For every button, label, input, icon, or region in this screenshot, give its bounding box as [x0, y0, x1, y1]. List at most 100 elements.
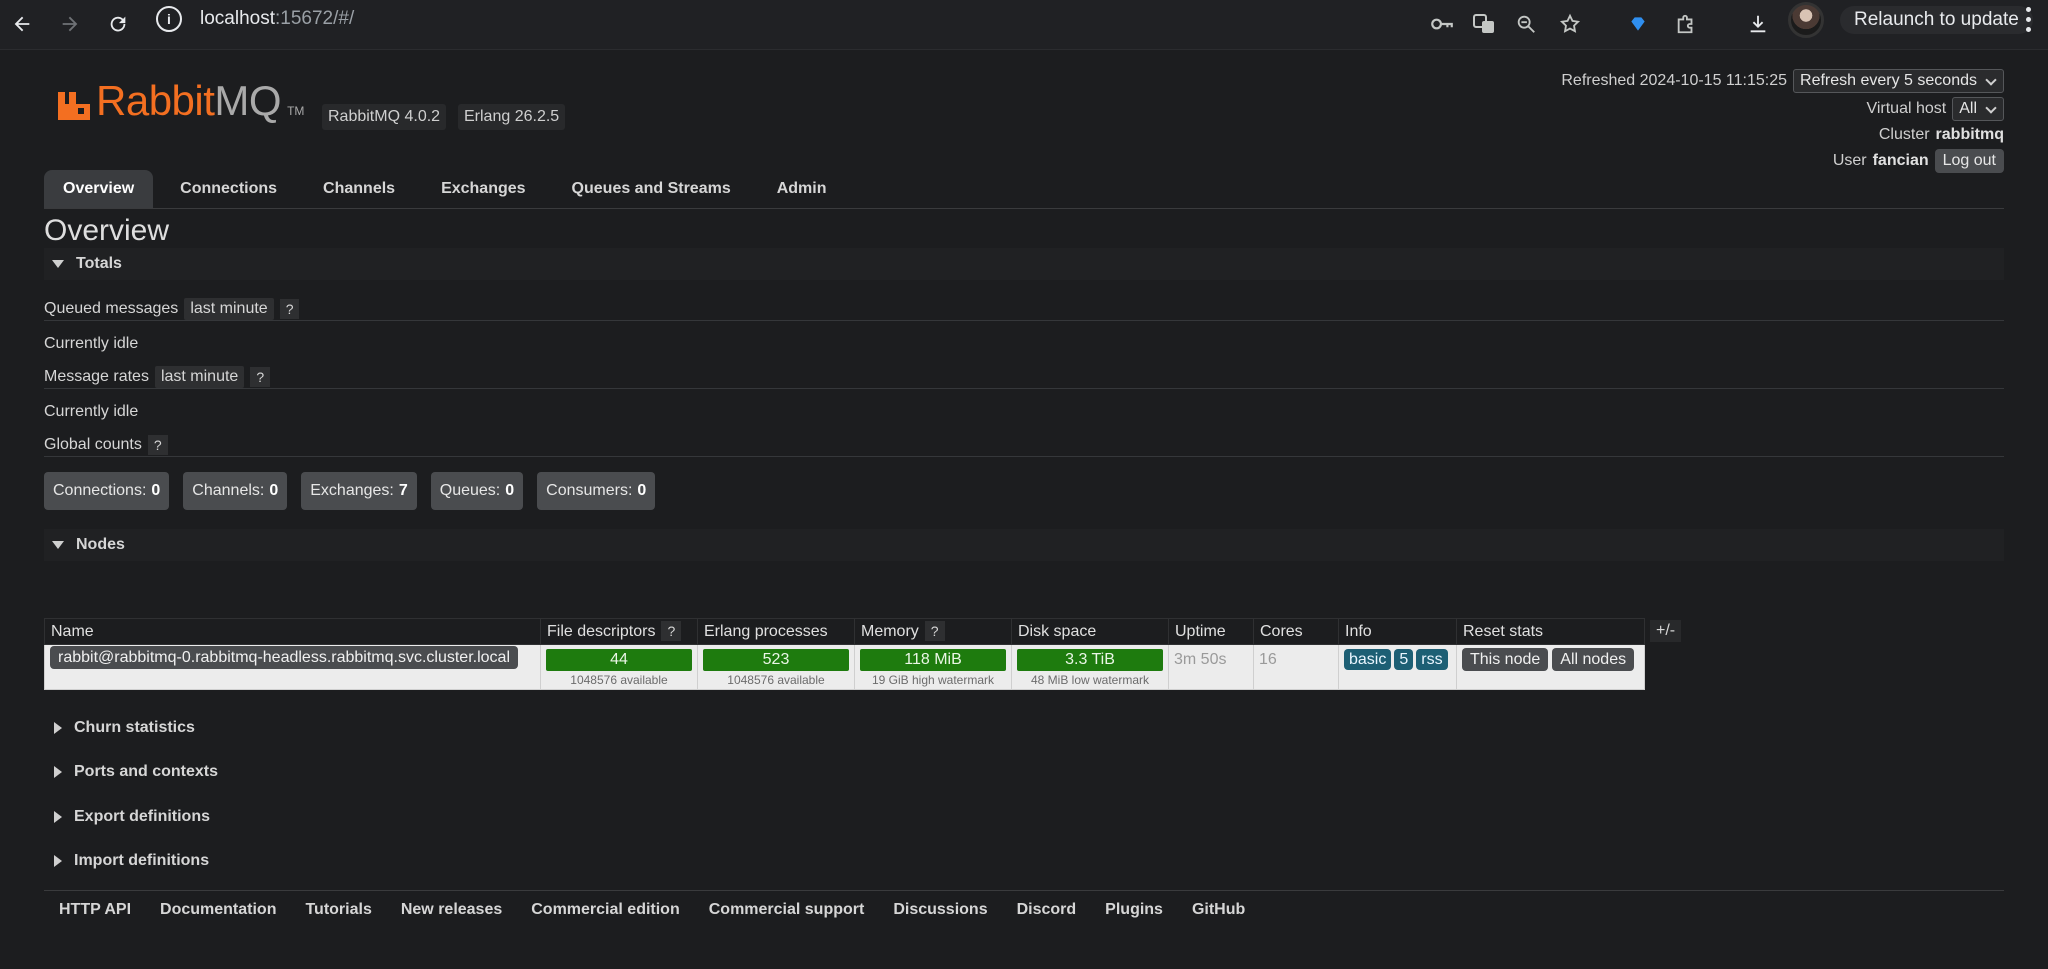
tab-exchanges[interactable]: Exchanges [422, 170, 544, 208]
divider [44, 456, 2004, 457]
global-counts-row: Global counts ? [44, 435, 168, 455]
tab-queues-and-streams[interactable]: Queues and Streams [553, 170, 750, 208]
user-label: User [1832, 152, 1867, 169]
footer-link-tutorials[interactable]: Tutorials [305, 901, 371, 919]
info-badge-basic[interactable]: basic [1344, 649, 1392, 670]
tab-channels[interactable]: Channels [304, 170, 414, 208]
fd-available: 1048576 available [570, 673, 668, 687]
info-badge-count[interactable]: 5 [1394, 649, 1414, 670]
profile-avatar[interactable] [1788, 2, 1824, 38]
url-host: localhost [200, 8, 275, 29]
extension-gem-icon[interactable] [1620, 6, 1656, 42]
export-definitions-section[interactable]: Export definitions [44, 801, 2004, 833]
node-name-link[interactable]: rabbit@rabbitmq-0.rabbitmq-headless.rabb… [50, 646, 518, 669]
count-channels[interactable]: Channels: 0 [183, 472, 288, 510]
col-uptime: Uptime [1168, 618, 1254, 645]
nodes-section-header[interactable]: Nodes [44, 529, 2004, 561]
rates-idle-text: Currently idle [44, 403, 139, 420]
cluster-label: Cluster [1878, 126, 1930, 143]
footer-link-github[interactable]: GitHub [1192, 901, 1245, 919]
table-row: rabbit@rabbitmq-0.rabbitmq-headless.rabb… [44, 644, 1645, 690]
disk-cell: 3.3 TiB 48 MiB low watermark [1011, 644, 1169, 690]
translate-icon[interactable] [1466, 6, 1502, 42]
tab-overview[interactable]: Overview [44, 170, 154, 208]
rates-help-button[interactable]: ? [250, 367, 271, 387]
section-label: Import definitions [74, 852, 210, 869]
footer-link-discussions[interactable]: Discussions [893, 901, 987, 919]
user-name: fancian [1872, 152, 1929, 169]
vhost-label: Virtual host [1866, 100, 1947, 117]
zoom-icon[interactable] [1508, 6, 1544, 42]
divider [44, 388, 2004, 389]
footer-link-documentation[interactable]: Documentation [160, 901, 276, 919]
col-file-descriptors: File descriptors? [540, 618, 698, 645]
main-tabs: Overview Connections Channels Exchanges … [44, 170, 2004, 209]
queued-messages-row: Queued messages last minute ? [44, 298, 300, 320]
cores-value: 16 [1259, 651, 1277, 668]
ports-and-contexts-section[interactable]: Ports and contexts [44, 756, 2004, 788]
footer-link-plugins[interactable]: Plugins [1105, 901, 1163, 919]
count-connections[interactable]: Connections: 0 [44, 472, 170, 510]
refresh-interval-select[interactable]: Refresh every 5 seconds [1793, 69, 2004, 93]
rabbit-logo-icon [58, 92, 90, 120]
col-disk-space: Disk space [1011, 618, 1169, 645]
page-title: Overview [44, 214, 170, 247]
star-icon[interactable] [1552, 6, 1588, 42]
footer-link-http-api[interactable]: HTTP API [59, 901, 131, 919]
churn-statistics-section[interactable]: Churn statistics [44, 712, 2004, 744]
global-counts-label: Global counts [44, 436, 142, 453]
tab-connections[interactable]: Connections [161, 170, 296, 208]
rates-range-select[interactable]: last minute [154, 366, 245, 388]
tab-admin[interactable]: Admin [758, 170, 846, 208]
reload-icon[interactable] [100, 6, 136, 42]
queued-range-select[interactable]: last minute [184, 298, 274, 320]
reset-this-node-button[interactable]: This node [1462, 648, 1549, 671]
global-counts: Connections: 0 Channels: 0 Exchanges: 7 Que… [44, 472, 669, 510]
section-label: Ports and contexts [74, 763, 219, 780]
collapsed-triangle-icon [54, 722, 62, 734]
address-bar[interactable]: i localhost:15672/#/ [156, 2, 1640, 36]
site-info-icon[interactable]: i [156, 6, 182, 32]
memory-watermark: 19 GiB high watermark [871, 673, 995, 687]
import-definitions-section[interactable]: Import definitions [44, 845, 2004, 877]
nodes-label: Nodes [76, 536, 125, 553]
relaunch-button[interactable]: Relaunch to update [1840, 6, 2033, 34]
queued-messages-label: Queued messages [44, 300, 179, 317]
browser-menu-icon[interactable] [2022, 4, 2034, 34]
refreshed-timestamp: Refreshed 2024-10-15 11:15:25 [1561, 72, 1788, 89]
node-name-cell: rabbit@rabbitmq-0.rabbitmq-headless.rabb… [44, 644, 541, 690]
browser-toolbar: i localhost:15672/#/ Relaunch to update [0, 0, 2048, 50]
disk-watermark: 48 MiB low watermark [1030, 673, 1150, 687]
global-help-button[interactable]: ? [147, 435, 168, 455]
erlang-bar: 523 [703, 649, 849, 671]
count-queues[interactable]: Queues: 0 [430, 472, 524, 510]
count-exchanges[interactable]: Exchanges: 7 [301, 472, 417, 510]
back-arrow-icon[interactable] [4, 6, 40, 42]
rabbitmq-version: RabbitMQ 4.0.2 [322, 104, 447, 130]
col-info: Info [1338, 618, 1457, 645]
info-badge-rss[interactable]: rss [1416, 649, 1448, 670]
totals-section-header[interactable]: Totals [44, 248, 2004, 280]
col-name: Name [44, 618, 541, 645]
footer-link-commercial-support[interactable]: Commercial support [709, 901, 865, 919]
memory-help-button[interactable]: ? [924, 620, 945, 641]
footer-link-new-releases[interactable]: New releases [401, 901, 502, 919]
fd-help-button[interactable]: ? [661, 620, 682, 641]
collapsed-triangle-icon [54, 766, 62, 778]
count-consumers[interactable]: Consumers: 0 [537, 472, 656, 510]
footer-link-commercial-edition[interactable]: Commercial edition [531, 901, 679, 919]
reset-all-nodes-button[interactable]: All nodes [1552, 648, 1635, 671]
key-icon[interactable] [1424, 6, 1460, 42]
rabbitmq-logo[interactable]: RabbitMQ TM [56, 80, 304, 122]
queued-help-button[interactable]: ? [279, 299, 300, 319]
download-icon[interactable] [1740, 6, 1776, 42]
extensions-puzzle-icon[interactable] [1668, 6, 1704, 42]
header-status: Refreshed 2024-10-15 11:15:25 Refresh ev… [1561, 68, 2004, 174]
footer-link-discord[interactable]: Discord [1017, 901, 1077, 919]
fd-bar: 44 [546, 649, 692, 671]
column-toggle-button[interactable]: +/- [1650, 620, 1682, 642]
info-cell: basic 5 rss [1338, 644, 1457, 690]
section-label: Export definitions [74, 808, 210, 825]
forward-arrow-icon[interactable] [52, 6, 88, 42]
vhost-select[interactable]: All [1952, 97, 2004, 121]
